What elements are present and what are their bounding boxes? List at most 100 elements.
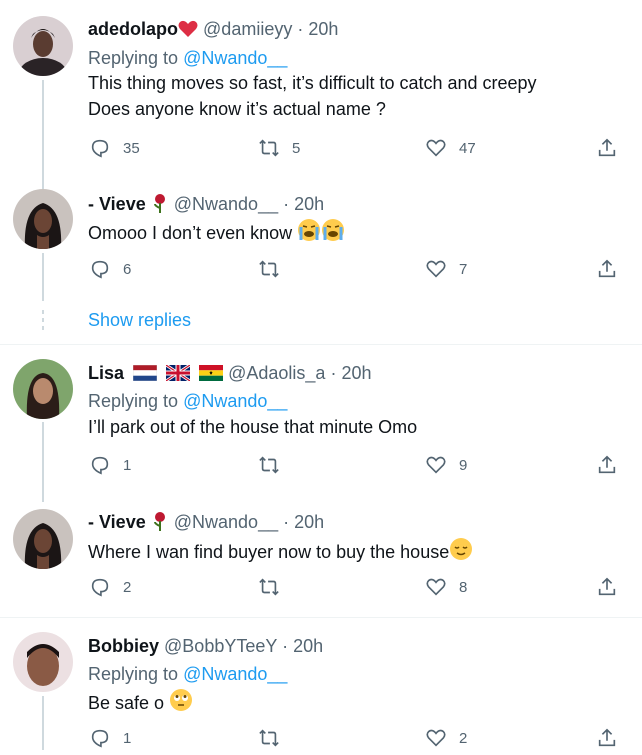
tweet-actions: 35 5 47 [0,137,642,165]
tweet-text-line: This thing moves so fast, it’s difficult… [88,73,537,93]
netherlands-flag-emoji [132,364,158,386]
separator-dot: · [297,19,304,39]
reply-count: 1 [123,729,132,747]
tweet-header: Lisa @Adaolis_a · 20h [88,362,372,386]
like-button[interactable]: 2 [425,727,467,749]
display-name[interactable]: Bobbiey [88,636,159,656]
reply-button[interactable]: 6 [89,258,131,280]
separator-dot: · [330,363,337,383]
share-button[interactable] [596,727,618,749]
reply-button[interactable]: 1 [89,454,131,476]
reply-button[interactable]: 35 [89,137,140,159]
reply-count: 1 [123,456,132,474]
reply-icon [91,456,109,475]
reply-icon [91,139,109,158]
timestamp[interactable]: 20h [294,512,324,532]
tweet-text-line: I’ll park out of the house that minute O… [88,417,418,437]
tweet-text: Where I wan find buyer now to buy the ho… [88,537,473,568]
mention-link[interactable]: @Nwando__ [183,391,287,411]
replying-label: Replying to [88,391,179,411]
avatar[interactable] [13,16,73,76]
retweet-icon [259,139,279,157]
share-icon [598,728,616,747]
share-button[interactable] [596,137,618,159]
mention-link[interactable]: @Nwando__ [183,48,287,68]
timestamp[interactable]: 20h [308,19,338,39]
heart-icon [426,260,446,278]
like-button[interactable]: 7 [425,258,467,280]
mention-link[interactable]: @Nwando__ [183,664,287,684]
tweet-text-line: Be safe o [88,693,165,713]
avatar[interactable] [13,632,73,692]
reply-icon [91,578,109,597]
share-icon [598,138,616,157]
handle[interactable]: @Nwando__ [174,512,278,532]
avatar[interactable] [13,509,73,569]
timestamp[interactable]: 20h [341,363,371,383]
heart-emoji [178,20,198,43]
heart-icon [426,578,446,596]
handle[interactable]: @BobbYTeeY [164,636,277,656]
retweet-button[interactable] [258,727,280,749]
retweet-button[interactable] [258,258,280,280]
share-icon [598,259,616,278]
thread-line [42,80,44,190]
ghana-flag-emoji [199,364,224,386]
rose-emoji [151,511,169,536]
replying-to: Replying to @Nwando__ [88,47,287,69]
replying-label: Replying to [88,664,179,684]
tweet-header: - Vieve @Nwando__ · 20h [88,193,324,218]
reply-button[interactable]: 1 [89,727,131,749]
tweet-text: This thing moves so fast, it’s difficult… [88,70,537,122]
handle[interactable]: @Adaolis_a [228,363,325,383]
tweet-text-line: Where I wan find buyer now to buy the ho… [88,542,450,562]
like-count: 47 [459,139,476,157]
reply-count: 2 [123,578,132,596]
heart-icon [426,729,446,747]
tweet-actions: 2 8 [0,576,642,604]
share-button[interactable] [596,576,618,598]
tweet-text-line: Omooo I don’t even know [88,223,293,243]
timestamp[interactable]: 20h [294,194,324,214]
like-count: 7 [459,260,468,278]
like-button[interactable]: 9 [425,454,467,476]
tweet-text: Be safe o [88,688,193,719]
reply-count: 35 [123,139,140,157]
display-name[interactable]: - Vieve [88,512,146,532]
separator-dot: · [282,636,289,656]
display-name[interactable]: adedolapo [88,19,178,39]
retweet-count: 5 [292,139,301,157]
share-button[interactable] [596,454,618,476]
display-name[interactable]: - Vieve [88,194,146,214]
tweet-actions: 1 9 [0,454,642,482]
show-replies-link[interactable]: Show replies [88,310,191,331]
heart-icon [426,139,446,157]
avatar[interactable] [13,359,73,419]
handle[interactable]: @damiieyy [203,19,292,39]
retweet-button[interactable] [258,576,280,598]
uk-flag-emoji [165,363,191,386]
retweet-button[interactable]: 5 [258,137,300,159]
tweet-text: I’ll park out of the house that minute O… [88,414,417,440]
avatar[interactable] [13,189,73,249]
thread-dots [42,310,44,334]
reply-count: 6 [123,260,132,278]
retweet-button[interactable] [258,454,280,476]
like-button[interactable]: 47 [425,137,476,159]
share-button[interactable] [596,258,618,280]
reply-icon [91,260,109,279]
reply-button[interactable]: 2 [89,576,131,598]
timestamp[interactable]: 20h [293,636,323,656]
handle[interactable]: @Nwando__ [174,194,278,214]
separator-dot: · [283,194,290,214]
display-name[interactable]: Lisa [88,363,124,383]
like-button[interactable]: 8 [425,576,467,598]
tweet-header: - Vieve @Nwando__ · 20h [88,511,324,536]
retweet-icon [259,578,279,596]
tweet-header: Bobbiey @BobbYTeeY · 20h [88,635,323,657]
like-count: 8 [459,578,468,596]
tweet-text: Omooo I don’t even know [88,218,345,249]
divider [0,344,642,345]
share-icon [598,455,616,474]
rose-emoji [151,193,169,218]
